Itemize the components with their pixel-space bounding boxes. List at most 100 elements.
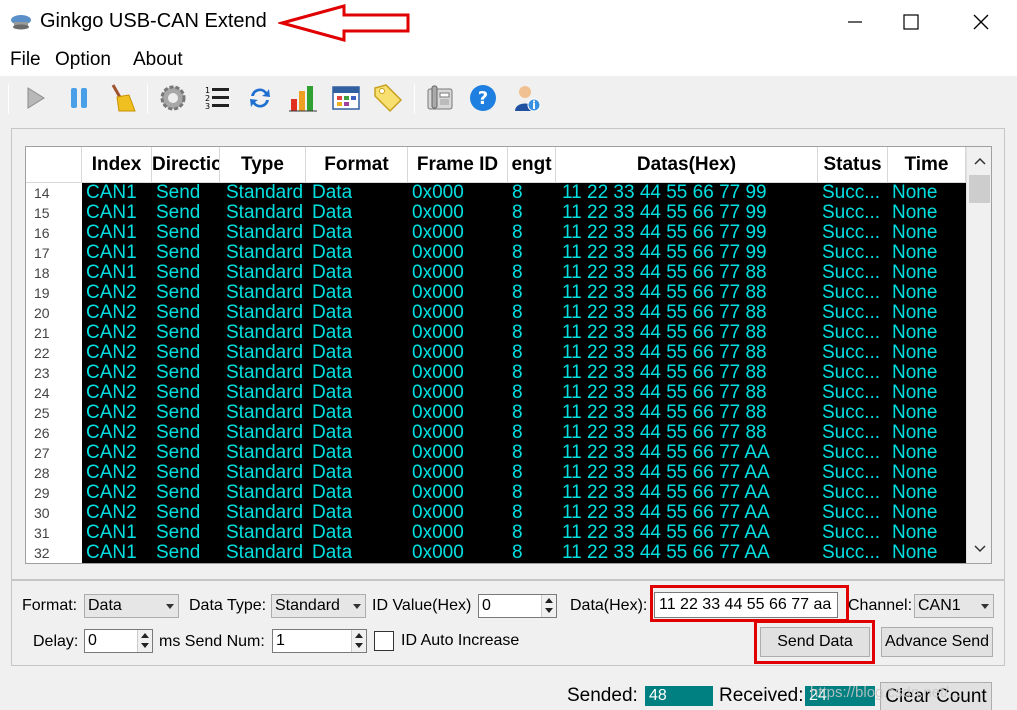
channel-select[interactable]: CAN1 xyxy=(914,594,994,618)
gear-icon xyxy=(160,85,186,111)
id-auto-increase-checkbox[interactable] xyxy=(374,631,394,651)
menu-file[interactable]: File xyxy=(10,49,41,71)
table-row[interactable]: 17 CAN1 Send Standard Data 0x000 8 11 22 33 44 … xyxy=(26,243,966,263)
format-select[interactable]: Data xyxy=(84,594,179,618)
header-format[interactable]: Format xyxy=(306,147,408,183)
header-time[interactable]: Time xyxy=(888,147,966,183)
table-row[interactable]: 27 CAN2 Send Standard Data 0x000 8 11 22 33 44 … xyxy=(26,443,966,463)
refresh-button[interactable] xyxy=(242,80,278,116)
table-row[interactable]: 29 CAN2 Send Standard Data 0x000 8 11 22 33 44 … xyxy=(26,483,966,503)
help-button[interactable]: ? xyxy=(465,80,501,116)
vertical-scrollbar[interactable] xyxy=(966,147,991,563)
table-row[interactable]: 15 CAN1 Send Standard Data 0x000 8 11 22 33 44 … xyxy=(26,203,966,223)
delay-spinbox[interactable]: 0 xyxy=(84,629,153,653)
table-row[interactable]: 21 CAN2 Send Standard Data 0x000 8 11 22 33 44 … xyxy=(26,323,966,343)
clear-button[interactable] xyxy=(104,80,140,116)
cell-status: Succ... xyxy=(822,203,881,223)
scroll-down-button[interactable] xyxy=(967,537,991,561)
table-row[interactable]: 31 CAN1 Send Standard Data 0x000 8 11 22 33 44 … xyxy=(26,523,966,543)
cell-datas-hex: 11 22 33 44 55 66 77 99 xyxy=(562,223,767,243)
chart-button[interactable] xyxy=(285,80,321,116)
cell-format: Data xyxy=(312,423,353,443)
cell-length: 8 xyxy=(512,223,523,243)
header-direction[interactable]: Directio xyxy=(152,147,220,183)
table-row[interactable]: 24 CAN2 Send Standard Data 0x000 8 11 22 33 44 … xyxy=(26,383,966,403)
tag-button[interactable] xyxy=(370,80,406,116)
send-num-spinbox[interactable]: 1 xyxy=(272,629,367,653)
table-row[interactable]: 18 CAN1 Send Standard Data 0x000 8 11 22 33 44 … xyxy=(26,263,966,283)
id-value-spinbox[interactable]: 0 xyxy=(478,594,557,618)
data-type-select[interactable]: Standard xyxy=(271,594,366,618)
calendar-button[interactable] xyxy=(328,80,364,116)
maximize-button[interactable] xyxy=(888,0,934,44)
header-frame-id[interactable]: Frame ID xyxy=(408,147,508,183)
table-row[interactable]: 16 CAN1 Send Standard Data 0x000 8 11 22 33 44 … xyxy=(26,223,966,243)
header-type[interactable]: Type xyxy=(220,147,306,183)
cell-status: Succ... xyxy=(822,423,881,443)
cell-time: None xyxy=(892,183,938,203)
cell-channel: CAN1 xyxy=(86,203,137,223)
table-row[interactable]: 25 CAN2 Send Standard Data 0x000 8 11 22 33 44 … xyxy=(26,403,966,423)
menu-about[interactable]: About xyxy=(133,49,183,71)
cell-format: Data xyxy=(312,243,353,263)
row-number: 15 xyxy=(26,203,82,223)
message-grid[interactable]: Index Directio Type Format Frame ID engt… xyxy=(25,146,992,564)
row-number: 25 xyxy=(26,403,82,423)
chevron-down-icon xyxy=(973,545,986,553)
cell-length: 8 xyxy=(512,183,523,203)
table-row[interactable]: 28 CAN2 Send Standard Data 0x000 8 11 22 33 44 … xyxy=(26,463,966,483)
cell-frame-id: 0x000 xyxy=(412,483,464,503)
close-button[interactable] xyxy=(958,0,1004,44)
toolbar-separator xyxy=(414,84,415,114)
chevron-up-icon xyxy=(973,157,986,165)
table-row[interactable]: 32 CAN1 Send Standard Data 0x000 8 11 22 33 44 … xyxy=(26,543,966,563)
cell-frame-id: 0x000 xyxy=(412,463,464,483)
header-index[interactable]: Index xyxy=(82,147,152,183)
start-button[interactable] xyxy=(17,80,53,116)
table-row[interactable]: 14 CAN1 Send Standard Data 0x000 8 11 22 33 44 … xyxy=(26,183,966,203)
menu-option[interactable]: Option xyxy=(55,49,111,71)
cell-type: Standard xyxy=(226,263,304,283)
dropdown-arrow-icon xyxy=(981,604,989,609)
table-row[interactable]: 26 CAN2 Send Standard Data 0x000 8 11 22 33 44 … xyxy=(26,423,966,443)
table-row[interactable]: 20 CAN2 Send Standard Data 0x000 8 11 22 33 44 … xyxy=(26,303,966,323)
scroll-up-button[interactable] xyxy=(967,149,991,173)
header-datas-hex[interactable]: Datas(Hex) xyxy=(556,147,818,183)
pause-button[interactable] xyxy=(61,80,97,116)
spin-buttons[interactable] xyxy=(137,630,152,652)
header-status[interactable]: Status xyxy=(818,147,888,183)
cell-datas-hex: 11 22 33 44 55 66 77 88 xyxy=(562,403,767,423)
scroll-thumb[interactable] xyxy=(969,175,990,203)
table-row[interactable]: 19 CAN2 Send Standard Data 0x000 8 11 22 33 44 … xyxy=(26,283,966,303)
row-number: 28 xyxy=(26,463,82,483)
cell-datas-hex: 11 22 33 44 55 66 77 AA xyxy=(562,523,770,543)
cell-status: Succ... xyxy=(822,363,881,383)
cell-direction: Send xyxy=(156,423,201,443)
cell-channel: CAN2 xyxy=(86,483,137,503)
advance-send-button[interactable]: Advance Send xyxy=(881,627,993,657)
cell-length: 8 xyxy=(512,543,523,563)
cell-format: Data xyxy=(312,503,353,523)
cell-channel: CAN2 xyxy=(86,363,137,383)
cell-direction: Send xyxy=(156,343,201,363)
user-info-button[interactable] xyxy=(509,80,545,116)
minimize-button[interactable] xyxy=(832,0,878,44)
settings-button[interactable] xyxy=(155,80,191,116)
header-length[interactable]: engt xyxy=(508,147,556,183)
delay-value: 0 xyxy=(88,632,97,649)
table-row[interactable]: 23 CAN2 Send Standard Data 0x000 8 11 22 33 44 … xyxy=(26,363,966,383)
list-button[interactable]: 123 xyxy=(199,80,235,116)
cell-datas-hex: 11 22 33 44 55 66 77 AA xyxy=(562,463,770,483)
help-icon: ? xyxy=(470,85,496,111)
spin-buttons[interactable] xyxy=(351,630,366,652)
cell-length: 8 xyxy=(512,263,523,283)
cell-status: Succ... xyxy=(822,243,881,263)
phone-button[interactable] xyxy=(422,80,458,116)
cell-status: Succ... xyxy=(822,283,881,303)
spin-buttons[interactable] xyxy=(541,595,556,617)
watermark: https://blog.csdn.net/... xyxy=(810,684,961,701)
row-background: CAN2 Send Standard Data 0x000 8 11 22 33 44 55… xyxy=(82,343,966,363)
cell-channel: CAN1 xyxy=(86,243,137,263)
table-row[interactable]: 22 CAN2 Send Standard Data 0x000 8 11 22 33 44 … xyxy=(26,343,966,363)
table-row[interactable]: 30 CAN2 Send Standard Data 0x000 8 11 22 33 44 … xyxy=(26,503,966,523)
